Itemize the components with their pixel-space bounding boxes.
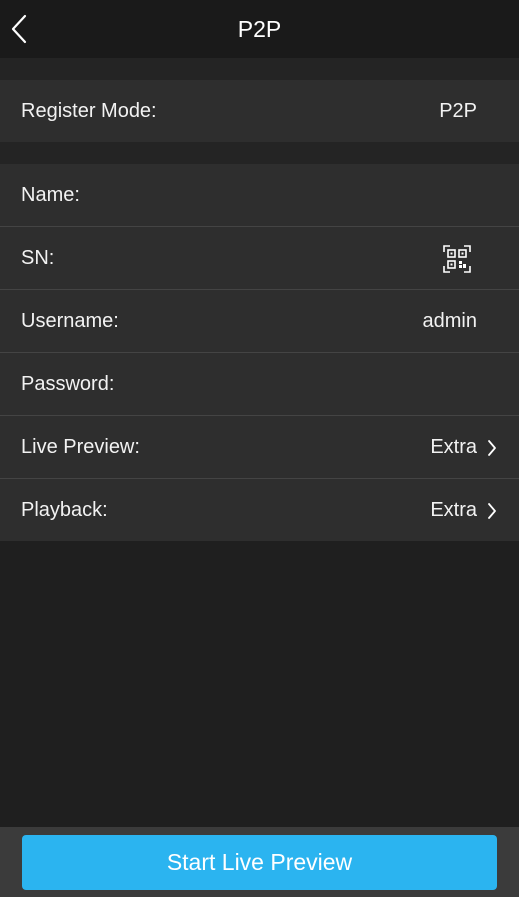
username-label: Username: <box>21 310 119 332</box>
section-spacer <box>0 58 519 80</box>
chevron-right-icon <box>488 503 496 519</box>
live-preview-value: Extra <box>430 436 477 458</box>
register-mode-value: P2P <box>439 100 477 122</box>
playback-value: Extra <box>430 499 477 521</box>
register-mode-label: Register Mode: <box>21 100 157 122</box>
bottom-bar: Start Live Preview <box>0 827 519 897</box>
section-spacer <box>0 142 519 164</box>
sn-label: SN: <box>21 247 55 269</box>
password-label: Password: <box>21 373 115 395</box>
username-row[interactable]: Username: admin <box>0 290 519 353</box>
page-title: P2P <box>237 16 282 42</box>
device-fields-section: Name: SN: Username: admin Password: Live… <box>0 164 519 541</box>
playback-label: Playback: <box>21 499 108 521</box>
live-preview-label: Live Preview: <box>21 436 140 458</box>
username-field[interactable]: admin <box>423 290 477 352</box>
nav-bar: P2P <box>0 0 519 58</box>
playback-row[interactable]: Playback: Extra <box>0 479 519 541</box>
qr-code-scan-icon[interactable] <box>443 245 471 273</box>
start-live-preview-button[interactable]: Start Live Preview <box>22 835 497 890</box>
password-row[interactable]: Password: <box>0 353 519 416</box>
register-mode-section: Register Mode: P2P <box>0 80 519 142</box>
register-mode-row[interactable]: Register Mode: P2P <box>0 80 519 142</box>
live-preview-row[interactable]: Live Preview: Extra <box>0 416 519 479</box>
chevron-right-icon <box>488 440 496 456</box>
sn-row[interactable]: SN: <box>0 227 519 290</box>
name-label: Name: <box>21 184 80 206</box>
name-row[interactable]: Name: <box>0 164 519 227</box>
